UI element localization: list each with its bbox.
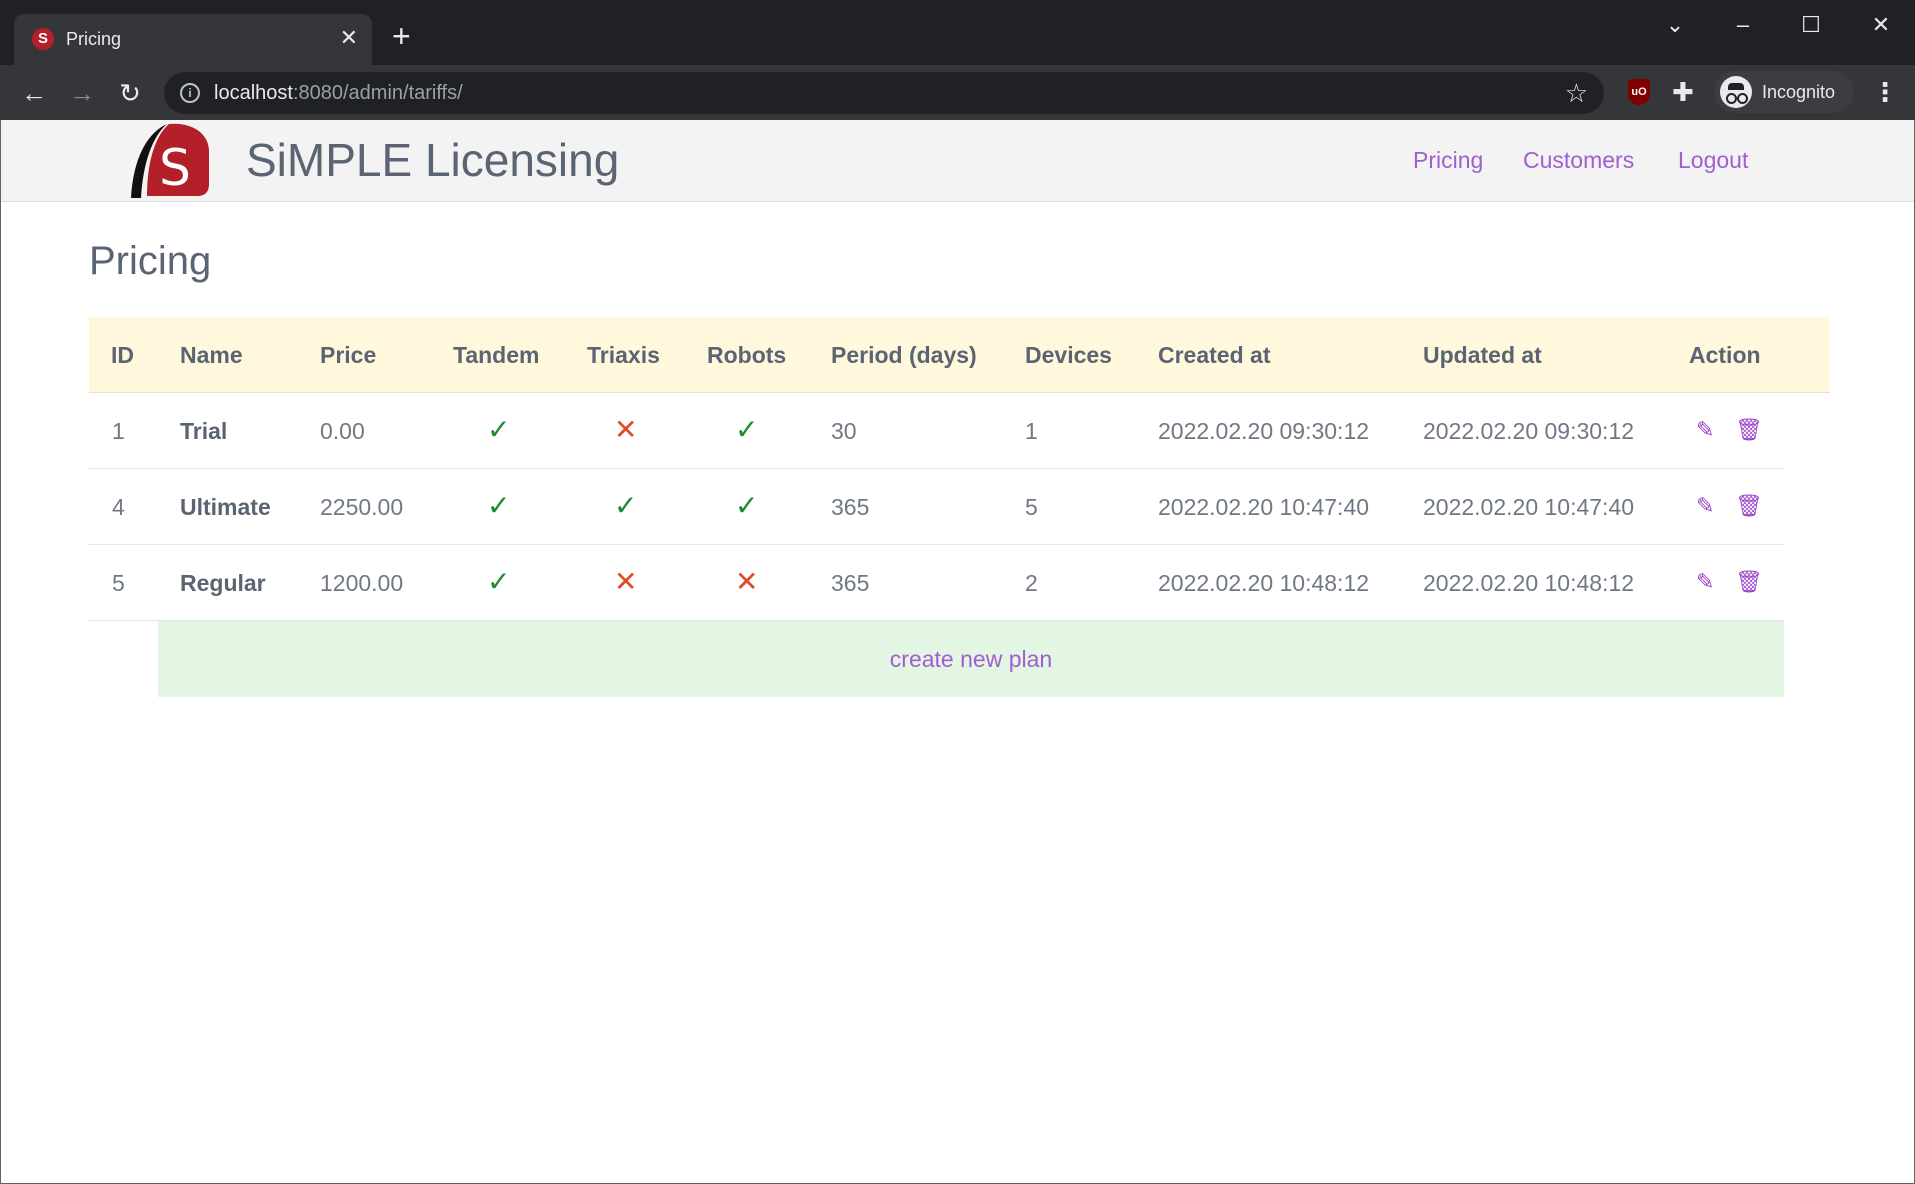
column-header-robots: Robots <box>707 342 787 368</box>
cell-period: 30 <box>831 418 857 444</box>
cell-created: 2022.02.20 10:47:40 <box>1158 494 1370 520</box>
table-row: 4 Ultimate 2250.00 ✓ ✓ ✓ 365 5 2022.02.2… <box>89 469 1784 545</box>
close-tab-icon[interactable]: ✕ <box>340 25 358 51</box>
brand-title[interactable]: SiMPLE Licensing <box>246 134 619 186</box>
page-viewport: S SiMPLE Licensing Pricing Customers Log… <box>0 120 1915 1184</box>
address-bar[interactable]: i localhost:8080/admin/tariffs/ ☆ <box>164 72 1604 114</box>
incognito-profile-button[interactable]: Incognito <box>1714 71 1854 113</box>
maximize-icon[interactable]: ☐ <box>1796 10 1826 40</box>
cell-price: 1200.00 <box>320 570 404 596</box>
column-header-triaxis: Triaxis <box>587 342 660 368</box>
simple-logo-icon[interactable]: S <box>125 122 211 198</box>
column-header-devices: Devices <box>1025 342 1112 368</box>
table-row: 1 Trial 0.00 ✓ ✕ ✓ 30 1 2022.02.20 09:30… <box>89 393 1784 469</box>
url-text[interactable]: localhost:8080/admin/tariffs/ <box>214 82 463 104</box>
cell-id: 1 <box>112 418 125 444</box>
tab-title: Pricing <box>66 29 122 49</box>
cell-devices: 2 <box>1025 570 1038 596</box>
browser-tabstrip: S Pricing ✕ + ⌄ – ☐ ✕ <box>0 0 1915 65</box>
edit-pencil-icon[interactable]: ✎ <box>1696 569 1718 595</box>
cell-updated: 2022.02.20 10:47:40 <box>1423 494 1635 520</box>
incognito-icon <box>1720 76 1752 108</box>
page-title: Pricing <box>89 239 212 283</box>
robots-check-icon: ✓ <box>735 490 759 521</box>
cell-name: Ultimate <box>180 494 271 520</box>
cell-id: 5 <box>112 570 125 596</box>
triaxis-cross-icon: ✕ <box>614 566 638 597</box>
window-close-icon[interactable]: ✕ <box>1866 10 1896 40</box>
column-header-created: Created at <box>1158 342 1271 368</box>
extensions-puzzle-icon[interactable]: ✚ <box>1672 75 1694 109</box>
minimize-icon[interactable]: – <box>1728 10 1758 40</box>
robots-cross-icon: ✕ <box>735 566 759 597</box>
back-icon[interactable]: ← <box>18 77 50 109</box>
new-tab-icon[interactable]: + <box>392 20 411 52</box>
svg-text:S: S <box>159 139 191 197</box>
cell-created: 2022.02.20 09:30:12 <box>1158 418 1370 444</box>
column-header-action: Action <box>1689 342 1761 368</box>
create-plan-row: create new plan <box>89 621 1784 697</box>
create-plan-cell[interactable]: create new plan <box>158 621 1784 697</box>
create-new-plan-link[interactable]: create new plan <box>890 645 1052 673</box>
cell-devices: 1 <box>1025 418 1038 444</box>
cell-period: 365 <box>831 570 870 596</box>
delete-trash-icon[interactable]: 🗑 <box>1735 493 1763 519</box>
browser-toolbar: ← → ↻ i localhost:8080/admin/tariffs/ ☆ … <box>0 65 1915 120</box>
cell-updated: 2022.02.20 10:48:12 <box>1423 570 1635 596</box>
site-info-icon[interactable]: i <box>180 83 200 103</box>
nav-pricing-link[interactable]: Pricing <box>1413 146 1483 174</box>
triaxis-check-icon: ✓ <box>614 490 638 521</box>
column-header-name: Name <box>180 342 243 368</box>
cell-period: 365 <box>831 494 870 520</box>
reload-icon[interactable]: ↻ <box>114 77 146 109</box>
tandem-check-icon: ✓ <box>487 490 511 521</box>
column-header-period: Period (days) <box>831 342 977 368</box>
cell-updated: 2022.02.20 09:30:12 <box>1423 418 1635 444</box>
cell-id: 4 <box>112 494 125 520</box>
delete-trash-icon[interactable]: 🗑 <box>1735 569 1763 595</box>
table-row: 5 Regular 1200.00 ✓ ✕ ✕ 365 2 2022.02.20… <box>89 545 1784 621</box>
tandem-check-icon: ✓ <box>487 566 511 597</box>
tab-search-chevron-icon[interactable]: ⌄ <box>1660 10 1690 40</box>
forward-icon[interactable]: → <box>66 77 98 109</box>
triaxis-cross-icon: ✕ <box>614 414 638 445</box>
nav-customers-link[interactable]: Customers <box>1523 146 1634 174</box>
column-header-id: ID <box>111 342 134 368</box>
cell-price: 2250.00 <box>320 494 404 520</box>
column-header-price: Price <box>320 342 377 368</box>
cell-created: 2022.02.20 10:48:12 <box>1158 570 1370 596</box>
tab-pricing[interactable]: S Pricing ✕ <box>14 14 372 65</box>
ublock-extension-icon[interactable]: uO <box>1628 79 1650 105</box>
pricing-table: ID Name Price Tandem Triaxis Robots Peri… <box>89 317 1830 697</box>
delete-trash-icon[interactable]: 🗑 <box>1735 417 1763 443</box>
site-header: S SiMPLE Licensing Pricing Customers Log… <box>1 120 1914 202</box>
column-header-tandem: Tandem <box>453 342 540 368</box>
bookmark-star-icon[interactable]: ☆ <box>1565 79 1588 107</box>
column-header-updated: Updated at <box>1423 342 1542 368</box>
nav-logout-link[interactable]: Logout <box>1678 146 1748 174</box>
cell-name: Trial <box>180 418 228 444</box>
edit-pencil-icon[interactable]: ✎ <box>1696 417 1718 443</box>
browser-menu-icon[interactable]: ⋮ <box>1872 75 1898 109</box>
table-header-row: ID Name Price Tandem Triaxis Robots Peri… <box>89 317 1830 393</box>
site-favicon-icon: S <box>32 28 54 50</box>
edit-pencil-icon[interactable]: ✎ <box>1696 493 1718 519</box>
incognito-label: Incognito <box>1762 82 1836 102</box>
cell-name: Regular <box>180 570 266 596</box>
tandem-check-icon: ✓ <box>487 414 511 445</box>
cell-price: 0.00 <box>320 418 365 444</box>
cell-devices: 5 <box>1025 494 1038 520</box>
robots-check-icon: ✓ <box>735 414 759 445</box>
